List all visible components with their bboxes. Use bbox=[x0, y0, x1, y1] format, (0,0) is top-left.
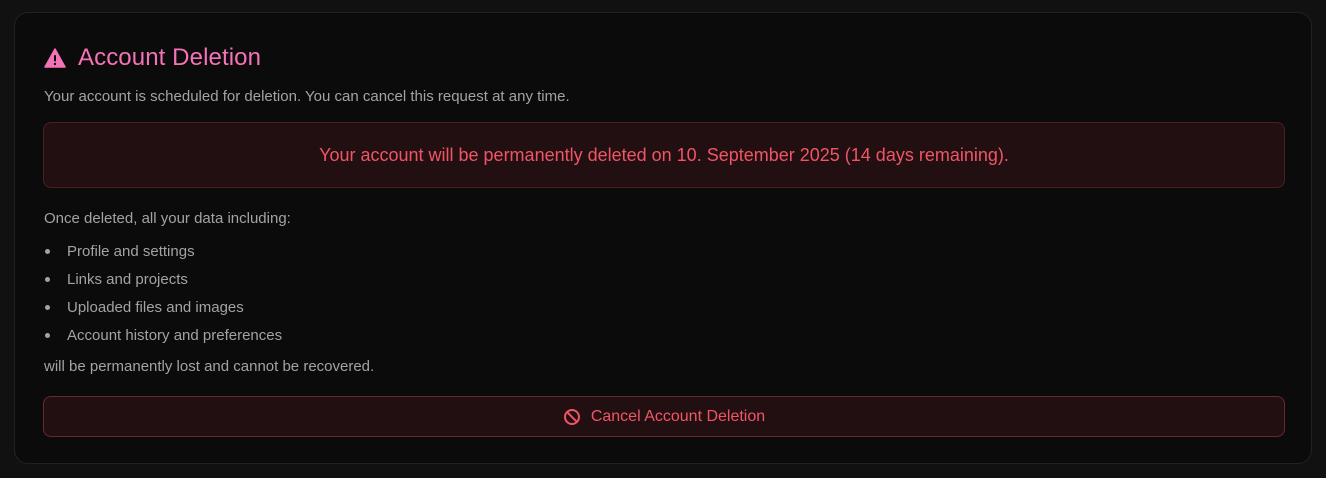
list-item-label: Account history and preferences bbox=[67, 326, 283, 344]
data-loss-list: Profile and settings Links and projects … bbox=[44, 237, 282, 349]
alert-message: Your account will be permanently deleted… bbox=[319, 144, 1009, 165]
list-item: Account history and preferences bbox=[44, 321, 282, 349]
list-item: Uploaded files and images bbox=[44, 293, 282, 321]
cancel-deletion-button[interactable]: Cancel Account Deletion bbox=[43, 396, 1285, 437]
bullet-icon bbox=[45, 304, 50, 310]
list-item-label: Profile and settings bbox=[67, 242, 195, 260]
list-item-label: Uploaded files and images bbox=[67, 298, 244, 316]
section-title: Account Deletion bbox=[78, 44, 262, 71]
data-loss-outro: will be permanently lost and cannot be r… bbox=[44, 358, 375, 375]
bullet-icon bbox=[45, 276, 50, 282]
data-loss-intro: Once deleted, all your data including: bbox=[44, 210, 291, 227]
cancel-deletion-label: Cancel Account Deletion bbox=[590, 407, 766, 425]
section-subtitle: Your account is scheduled for deletion. … bbox=[44, 88, 570, 105]
warning-triangle-icon bbox=[44, 48, 66, 68]
section-header: Account Deletion bbox=[44, 44, 261, 72]
bullet-icon bbox=[45, 248, 50, 254]
account-deletion-card: Account Deletion Your account is schedul… bbox=[14, 12, 1312, 464]
list-item-label: Links and projects bbox=[67, 270, 188, 288]
list-item: Profile and settings bbox=[44, 237, 282, 265]
list-item: Links and projects bbox=[44, 265, 282, 293]
bullet-icon bbox=[45, 332, 50, 338]
ban-icon bbox=[563, 408, 581, 426]
deletion-date-alert: Your account will be permanently deleted… bbox=[43, 122, 1285, 188]
